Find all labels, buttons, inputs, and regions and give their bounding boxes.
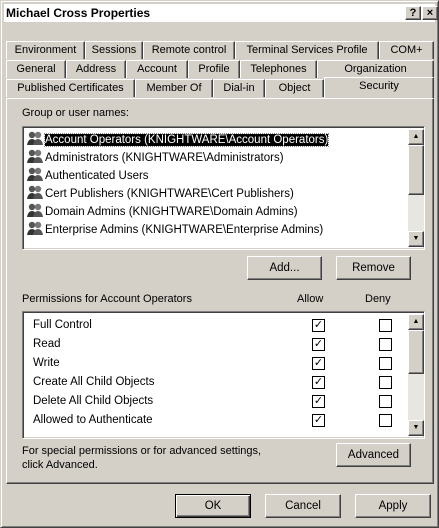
security-panel: Group or user names: Account Operators (… [6,98,434,484]
list-item[interactable]: Domain Admins (KNIGHTWARE\Domain Admins) [26,202,298,220]
tab-sessions[interactable]: Sessions [85,41,143,59]
list-item[interactable]: Authenticated Users [26,166,149,184]
remove-button[interactable]: Remove [336,256,411,280]
deny-checkbox[interactable] [379,338,392,351]
tab-profile[interactable]: Profile [188,60,240,78]
permission-row-label: Read [33,338,61,350]
list-item[interactable]: Account Operators (KNIGHTWARE\Account Op… [26,130,330,148]
allow-checkbox[interactable]: ✓ [312,395,325,408]
group-icon [26,220,44,236]
permissions-label: Permissions for Account Operators [22,293,192,305]
tab-organization[interactable]: Organization [317,60,434,78]
apply-button[interactable]: Apply [355,494,431,518]
deny-checkbox[interactable] [379,395,392,408]
tab-object[interactable]: Object [265,79,324,97]
advanced-hint-line2: click Advanced. [22,459,98,471]
ok-button[interactable]: OK [175,494,251,518]
allow-checkbox[interactable]: ✓ [312,414,325,427]
scroll-thumb[interactable] [408,330,424,374]
allow-checkbox[interactable]: ✓ [312,319,325,332]
advanced-hint-line1: For special permissions or for advanced … [22,445,262,457]
advanced-button[interactable]: Advanced [336,443,411,467]
tab-environment[interactable]: Environment [6,41,85,59]
tab-remote-control[interactable]: Remote control [143,41,235,59]
allow-checkbox[interactable]: ✓ [312,357,325,370]
list-item[interactable]: Cert Publishers (KNIGHTWARE\Cert Publish… [26,184,294,202]
permission-row-label: Create All Child Objects [33,376,155,388]
group-icon [26,148,44,164]
window-title: Michael Cross Properties [6,6,151,20]
group-names-label: Group or user names: [22,107,129,119]
allow-header: Allow [297,293,324,305]
tab-dial-in[interactable]: Dial-in [213,79,265,97]
permission-row-label: Delete All Child Objects [33,395,154,407]
permission-row-label: Allowed to Authenticate [33,414,153,426]
group-list[interactable]: Account Operators (KNIGHTWARE\Account Op… [22,126,425,250]
tab-member-of[interactable]: Member Of [135,79,213,97]
deny-checkbox[interactable] [379,319,392,332]
group-list-scrollbar[interactable]: ▲ ▼ [408,129,424,247]
tab-account[interactable]: Account [126,60,188,78]
tab-security[interactable]: Security [324,77,434,98]
deny-checkbox[interactable] [379,357,392,370]
tab-terminal-services-profile[interactable]: Terminal Services Profile [235,41,379,59]
scroll-up-icon[interactable]: ▲ [408,129,424,145]
list-item[interactable]: Administrators (KNIGHTWARE\Administrator… [26,148,284,166]
close-button[interactable]: × [422,6,438,20]
tab-telephones[interactable]: Telephones [240,60,317,78]
permission-row-label: Full Control [33,319,92,331]
tab-general[interactable]: General [6,60,66,78]
scroll-down-icon[interactable]: ▼ [408,231,424,247]
scroll-up-icon[interactable]: ▲ [408,314,424,330]
group-icon [26,202,44,218]
tab-com-plus[interactable]: COM+ [379,41,434,59]
group-icon [26,166,44,182]
title-bar[interactable]: Michael Cross Properties ? × [4,4,438,22]
permission-row-label: Write [33,357,60,369]
deny-header: Deny [365,293,391,305]
list-item-label: Enterprise Admins (KNIGHTWARE\Enterprise… [45,224,324,236]
list-item-label: Administrators (KNIGHTWARE\Administrator… [45,152,284,164]
allow-checkbox[interactable]: ✓ [312,376,325,389]
cancel-button[interactable]: Cancel [265,494,341,518]
help-button[interactable]: ? [405,6,421,20]
tab-published-certificates[interactable]: Published Certificates [6,79,135,97]
list-item-label: Cert Publishers (KNIGHTWARE\Cert Publish… [45,188,294,200]
scroll-down-icon[interactable]: ▼ [408,420,424,436]
permissions-list[interactable]: Full Control ✓ Read ✓ Write ✓ Create All… [22,311,425,439]
list-item-label: Account Operators (KNIGHTWARE\Account Op… [43,133,330,147]
list-item-label: Authenticated Users [45,170,149,182]
list-item-label: Domain Admins (KNIGHTWARE\Domain Admins) [45,206,298,218]
permissions-scrollbar[interactable]: ▲ ▼ [408,314,424,436]
deny-checkbox[interactable] [379,414,392,427]
list-item[interactable]: Enterprise Admins (KNIGHTWARE\Enterprise… [26,220,324,249]
group-icon [26,130,44,146]
properties-window: Michael Cross Properties ? × Environment… [0,0,439,528]
scroll-thumb[interactable] [408,145,424,195]
allow-checkbox[interactable]: ✓ [312,338,325,351]
deny-checkbox[interactable] [379,376,392,389]
tab-address[interactable]: Address [66,60,126,78]
add-button[interactable]: Add... [247,256,322,280]
group-icon [26,184,44,200]
